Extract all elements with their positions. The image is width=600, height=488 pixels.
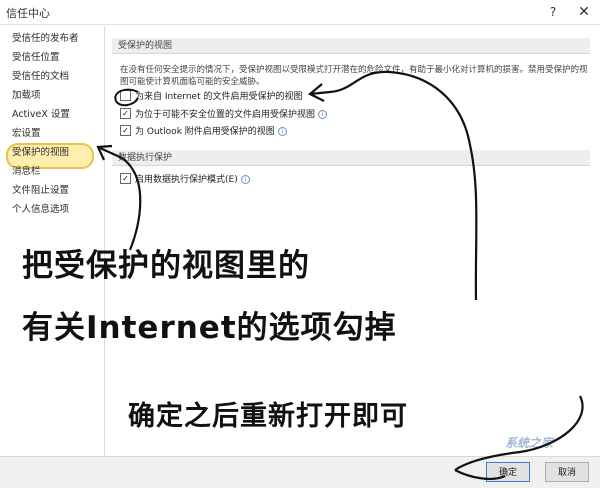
close-button[interactable]: ✕	[575, 3, 593, 21]
info-icon: i	[318, 110, 328, 119]
info-icon: i	[277, 127, 287, 136]
sidebar-item-activex[interactable]: ActiveX 设置	[4, 106, 100, 124]
sidebar-item-addins[interactable]: 加载项	[4, 87, 100, 105]
watermark-logo: 系统之家	[505, 436, 554, 450]
info-icon: i	[240, 175, 250, 184]
option-outlook[interactable]: ✓ 为 Outlook 附件启用受保护的视图 i	[120, 125, 287, 139]
protected-view-header: 受保护的视图	[112, 38, 590, 54]
title-bar: 信任中心 ? ✕	[0, 0, 600, 25]
option-internet-label: 为来自 Internet 的文件启用受保护的视图	[135, 92, 303, 102]
annotation-line-1: 把受保护的视图里的	[22, 248, 310, 284]
option-unsafe-locations[interactable]: ✓ 为位于可能不安全位置的文件启用受保护视图 i	[120, 108, 328, 122]
cancel-button[interactable]: 取消	[545, 462, 589, 482]
checkbox-outlook[interactable]: ✓	[120, 125, 131, 136]
sidebar-item-trusted-documents[interactable]: 受信任的文档	[4, 68, 100, 86]
annotation-line-2: 有关Internet的选项勾掉	[22, 310, 397, 346]
annotation-line-3: 确定之后重新打开即可	[128, 401, 408, 432]
option-dep-label: 启用数据执行保护模式(E)	[135, 175, 238, 185]
sidebar-item-protected-view[interactable]: 受保护的视图	[4, 144, 100, 162]
dep-header: 数据执行保护	[112, 150, 590, 166]
option-outlook-label: 为 Outlook 附件启用受保护的视图	[135, 127, 275, 137]
checkbox-dep[interactable]: ✓	[120, 173, 131, 184]
sidebar-item-trusted-publishers[interactable]: 受信任的发布者	[4, 30, 100, 48]
option-internet[interactable]: 为来自 Internet 的文件启用受保护的视图	[120, 90, 302, 104]
sidebar-item-trusted-locations[interactable]: 受信任位置	[4, 49, 100, 67]
option-unsafe-locations-label: 为位于可能不安全位置的文件启用受保护视图	[135, 110, 316, 120]
sidebar-item-privacy[interactable]: 个人信息选项	[4, 201, 100, 219]
sidebar-item-message-bar[interactable]: 消息栏	[4, 163, 100, 181]
option-dep[interactable]: ✓ 启用数据执行保护模式(E) i	[120, 173, 250, 187]
window-title: 信任中心	[6, 7, 50, 20]
checkbox-internet[interactable]	[120, 90, 131, 101]
protected-view-description: 在没有任何安全提示的情况下，受保护视图以受限模式打开潜在的危险文件，有助于最小化…	[120, 65, 588, 87]
sidebar-item-macro[interactable]: 宏设置	[4, 125, 100, 143]
ok-button[interactable]: 确定	[486, 462, 530, 482]
sidebar-item-file-block[interactable]: 文件阻止设置	[4, 182, 100, 200]
checkbox-unsafe-locations[interactable]: ✓	[120, 108, 131, 119]
help-button[interactable]: ?	[544, 3, 562, 21]
